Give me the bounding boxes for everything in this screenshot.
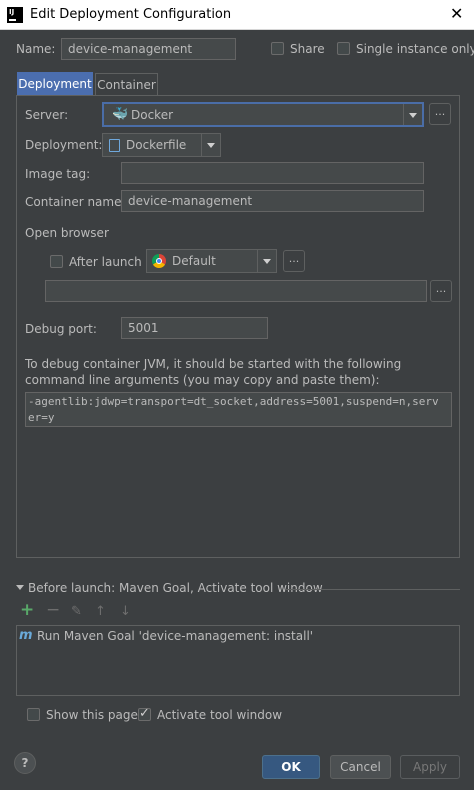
maven-icon: m [19, 628, 33, 643]
debug-info-line-1: To debug container JVM, it should be sta… [25, 357, 402, 371]
docker-icon: 🐳 [112, 107, 129, 122]
move-down-icon[interactable]: ↓ [120, 604, 131, 619]
browser-select[interactable]: Default [146, 249, 277, 273]
image-tag-input[interactable] [121, 162, 424, 184]
tab-container[interactable]: Container [95, 73, 158, 95]
name-label: Name: [16, 42, 56, 56]
container-name-input[interactable]: device-management [121, 190, 424, 212]
activate-tool-window-checkbox[interactable] [138, 706, 151, 721]
debug-port-label: Debug port: [25, 322, 97, 336]
browser-browse-button[interactable]: ... [283, 250, 305, 272]
apply-button[interactable]: Apply [400, 755, 460, 779]
browser-select-value: Default [172, 254, 216, 268]
tab-deployment[interactable]: Deployment [17, 72, 93, 95]
browser-url-input[interactable] [45, 280, 427, 302]
share-checkbox[interactable] [271, 42, 284, 55]
single-instance-label: Single instance only [356, 42, 474, 56]
list-item[interactable]: Run Maven Goal 'device-management: insta… [37, 629, 313, 643]
deployment-label: Deployment: [25, 138, 103, 152]
image-tag-label: Image tag: [25, 167, 91, 181]
open-browser-label: Open browser [25, 226, 109, 240]
intellij-logo-icon: IJ [7, 7, 23, 23]
after-launch-checkbox[interactable] [50, 255, 63, 268]
ok-button[interactable]: OK [262, 755, 320, 779]
jvm-arguments-line-2: er=y [28, 411, 55, 424]
container-name-label: Container name: [25, 195, 126, 209]
server-label: Server: [25, 108, 69, 122]
title-bar: IJ Edit Deployment Configuration ✕ [0, 0, 474, 30]
deployment-select-value: Dockerfile [126, 138, 187, 152]
server-browse-button[interactable]: ... [429, 103, 451, 125]
help-button[interactable]: ? [14, 752, 36, 774]
window-title: Edit Deployment Configuration [30, 7, 232, 22]
deployment-select[interactable]: Dockerfile [102, 133, 221, 157]
collapse-arrow-icon[interactable] [16, 585, 24, 590]
chevron-down-icon [201, 134, 220, 156]
jvm-arguments-line-1: -agentlib:jdwp=transport=dt_socket,addre… [28, 395, 439, 408]
dockerfile-icon [109, 139, 120, 152]
name-input[interactable]: device-management [61, 38, 236, 60]
add-icon[interactable]: + [20, 602, 34, 619]
share-label: Share [290, 42, 325, 56]
jvm-arguments-field[interactable]: -agentlib:jdwp=transport=dt_socket,addre… [25, 392, 452, 427]
close-icon[interactable]: ✕ [450, 4, 463, 23]
remove-icon[interactable]: − [46, 602, 60, 619]
move-up-icon[interactable]: ↑ [95, 604, 106, 619]
chrome-icon [152, 254, 166, 268]
edit-icon[interactable]: ✎ [71, 604, 82, 619]
activate-tool-window-label: Activate tool window [157, 708, 283, 722]
chevron-down-icon [257, 250, 276, 272]
url-browse-button[interactable]: ... [430, 280, 452, 302]
after-launch-label: After launch [69, 255, 142, 269]
before-launch-title[interactable]: Before launch: Maven Goal, Activate tool… [28, 581, 323, 595]
server-select[interactable]: 🐳 Docker [102, 102, 424, 127]
debug-info-line-2: command line arguments (you may copy and… [25, 373, 380, 387]
cancel-button[interactable]: Cancel [330, 755, 391, 779]
debug-port-input[interactable]: 5001 [121, 317, 268, 339]
show-this-page-checkbox[interactable] [27, 708, 40, 721]
before-launch-divider [285, 589, 460, 590]
show-this-page-label: Show this page [46, 708, 138, 722]
single-instance-checkbox[interactable] [337, 42, 350, 55]
chevron-down-icon [403, 104, 422, 125]
server-select-value: Docker [131, 108, 174, 122]
